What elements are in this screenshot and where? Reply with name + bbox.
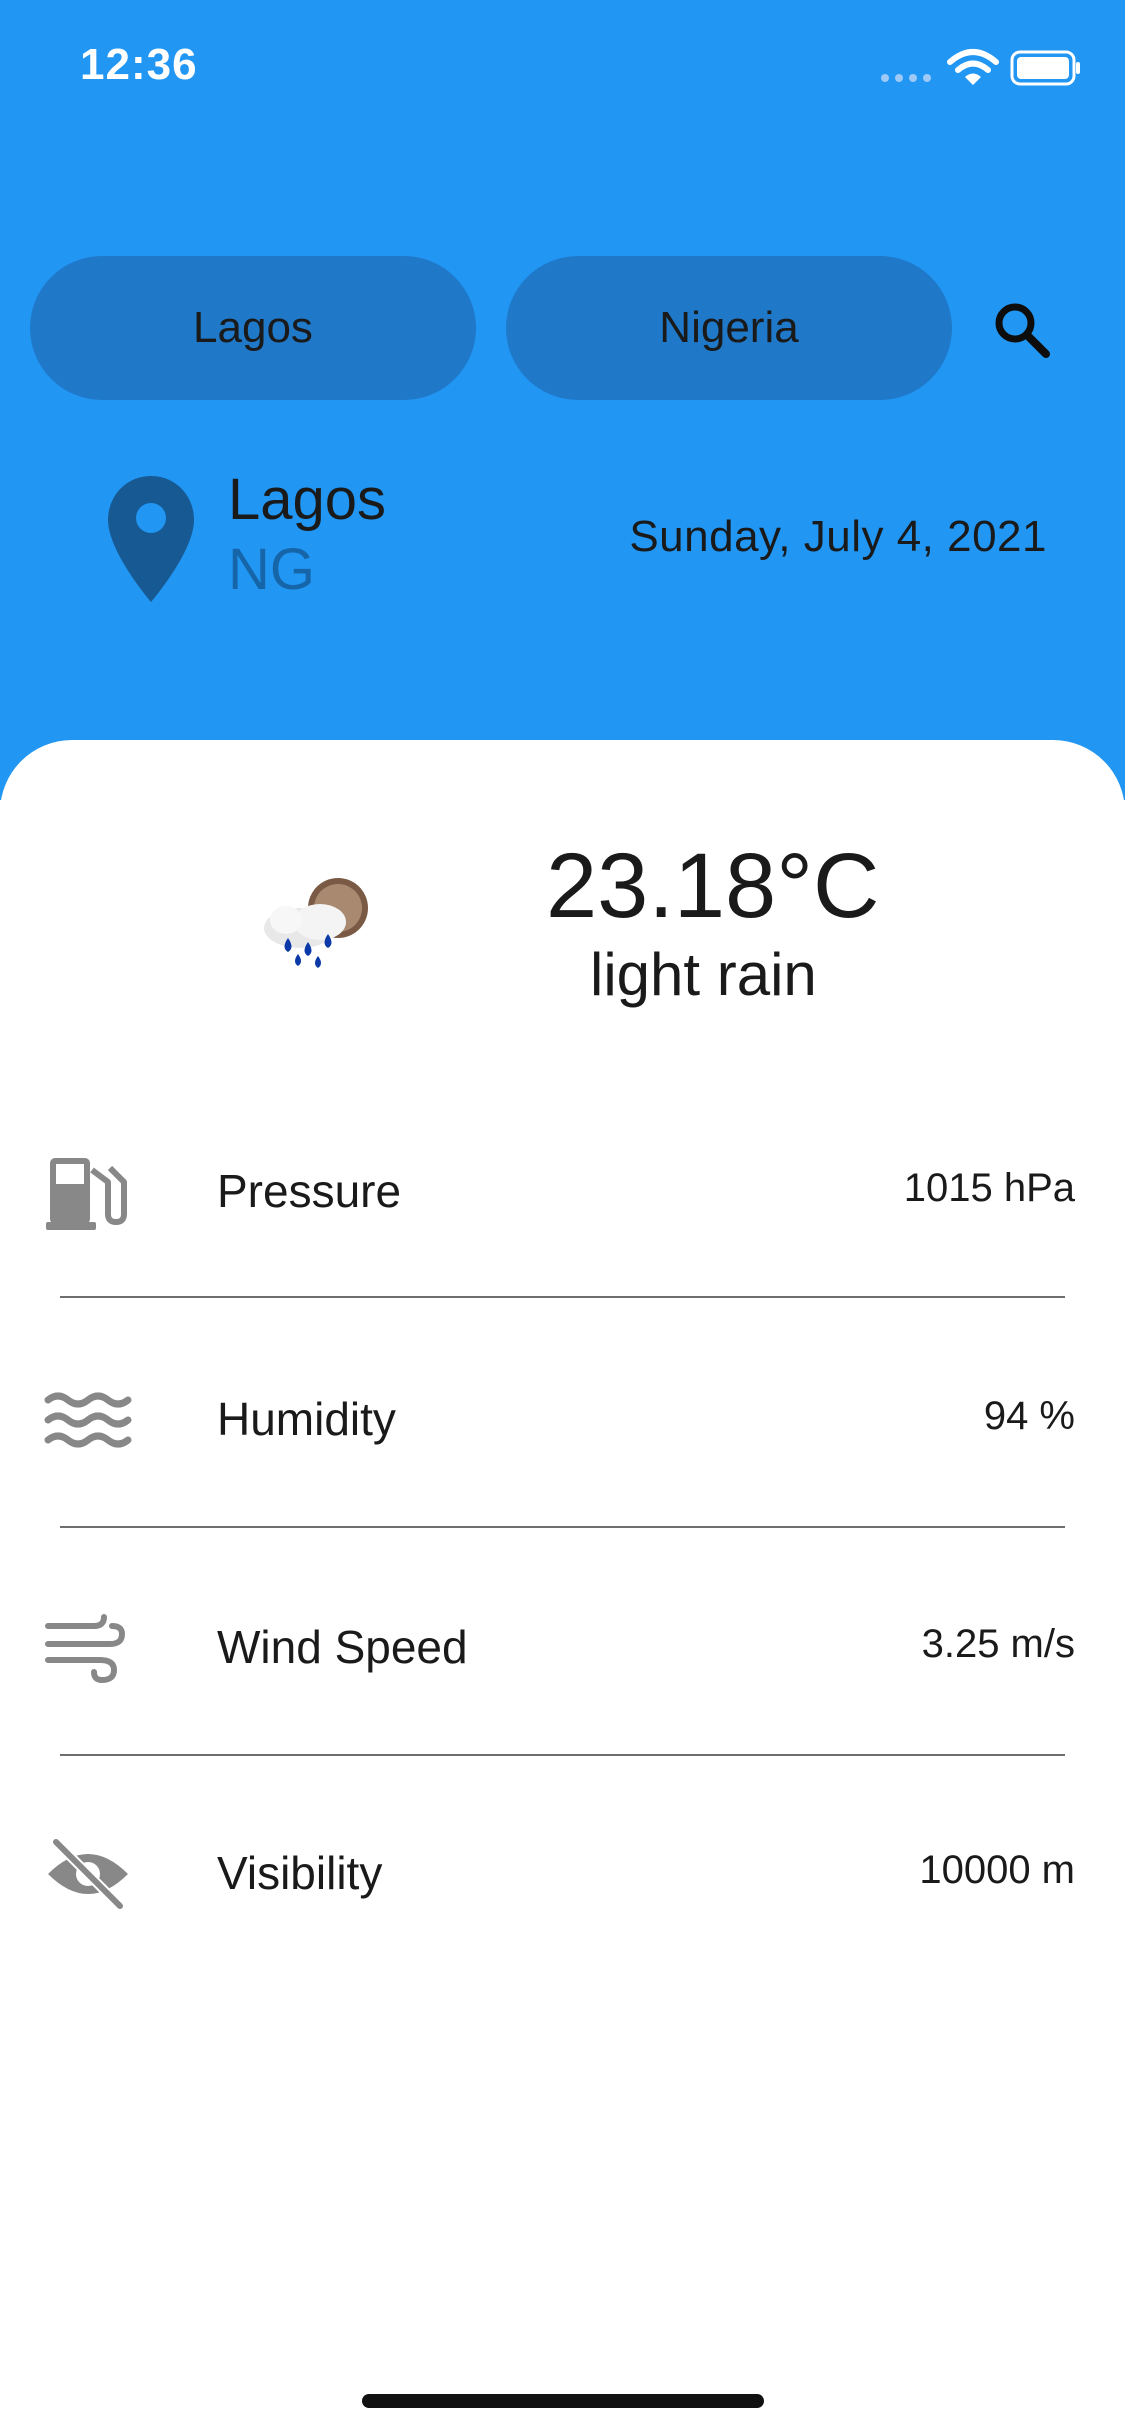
detail-row-visibility: Visibility 10000 m: [0, 1808, 1125, 1928]
location-country-code: NG: [228, 537, 315, 602]
wind-icon: [45, 1614, 126, 1684]
detail-value: 1015 hPa: [903, 1166, 1075, 1210]
city-input[interactable]: Lagos: [30, 256, 476, 400]
search-icon[interactable]: [990, 298, 1054, 362]
home-indicator[interactable]: [362, 2394, 764, 2408]
country-input[interactable]: Nigeria: [506, 256, 952, 400]
location-pin-icon: [108, 476, 194, 602]
detail-label: Visibility: [217, 1847, 383, 1899]
detail-row-wind-speed: Wind Speed 3.25 m/s: [0, 1582, 1125, 1702]
detail-label: Wind Speed: [217, 1621, 468, 1673]
country-input-value: Nigeria: [659, 303, 799, 352]
detail-value: 10000 m: [919, 1848, 1075, 1892]
cellular-signal-icon: [881, 74, 931, 82]
temperature: 23.18°C: [546, 835, 880, 937]
battery-icon: [1010, 50, 1080, 86]
divider: [60, 1754, 1065, 1756]
location-city: Lagos: [228, 467, 387, 532]
divider: [60, 1296, 1065, 1298]
detail-value: 3.25 m/s: [921, 1622, 1075, 1666]
status-time: 12:36: [80, 40, 198, 89]
header: [0, 0, 1125, 800]
light-rain-icon: [264, 878, 368, 968]
eye-off-icon: [48, 1837, 128, 1911]
detail-label: Pressure: [217, 1165, 402, 1217]
waves-icon: [44, 1392, 132, 1448]
city-input-value: Lagos: [193, 303, 313, 352]
weather-screen: 12:36 Lagos Nigeria Lagos NG Sunday, Jul…: [0, 0, 1125, 2436]
fuel-pump-icon: [46, 1158, 127, 1230]
divider: [60, 1526, 1065, 1528]
weather-condition: light rain: [590, 941, 817, 1008]
detail-row-pressure: Pressure 1015 hPa: [0, 1126, 1125, 1246]
detail-value: 94 %: [983, 1394, 1075, 1438]
wifi-icon: [947, 49, 999, 85]
current-date: Sunday, July 4, 2021: [629, 512, 1047, 561]
detail-row-humidity: Humidity 94 %: [0, 1354, 1125, 1474]
detail-label: Humidity: [217, 1393, 396, 1445]
